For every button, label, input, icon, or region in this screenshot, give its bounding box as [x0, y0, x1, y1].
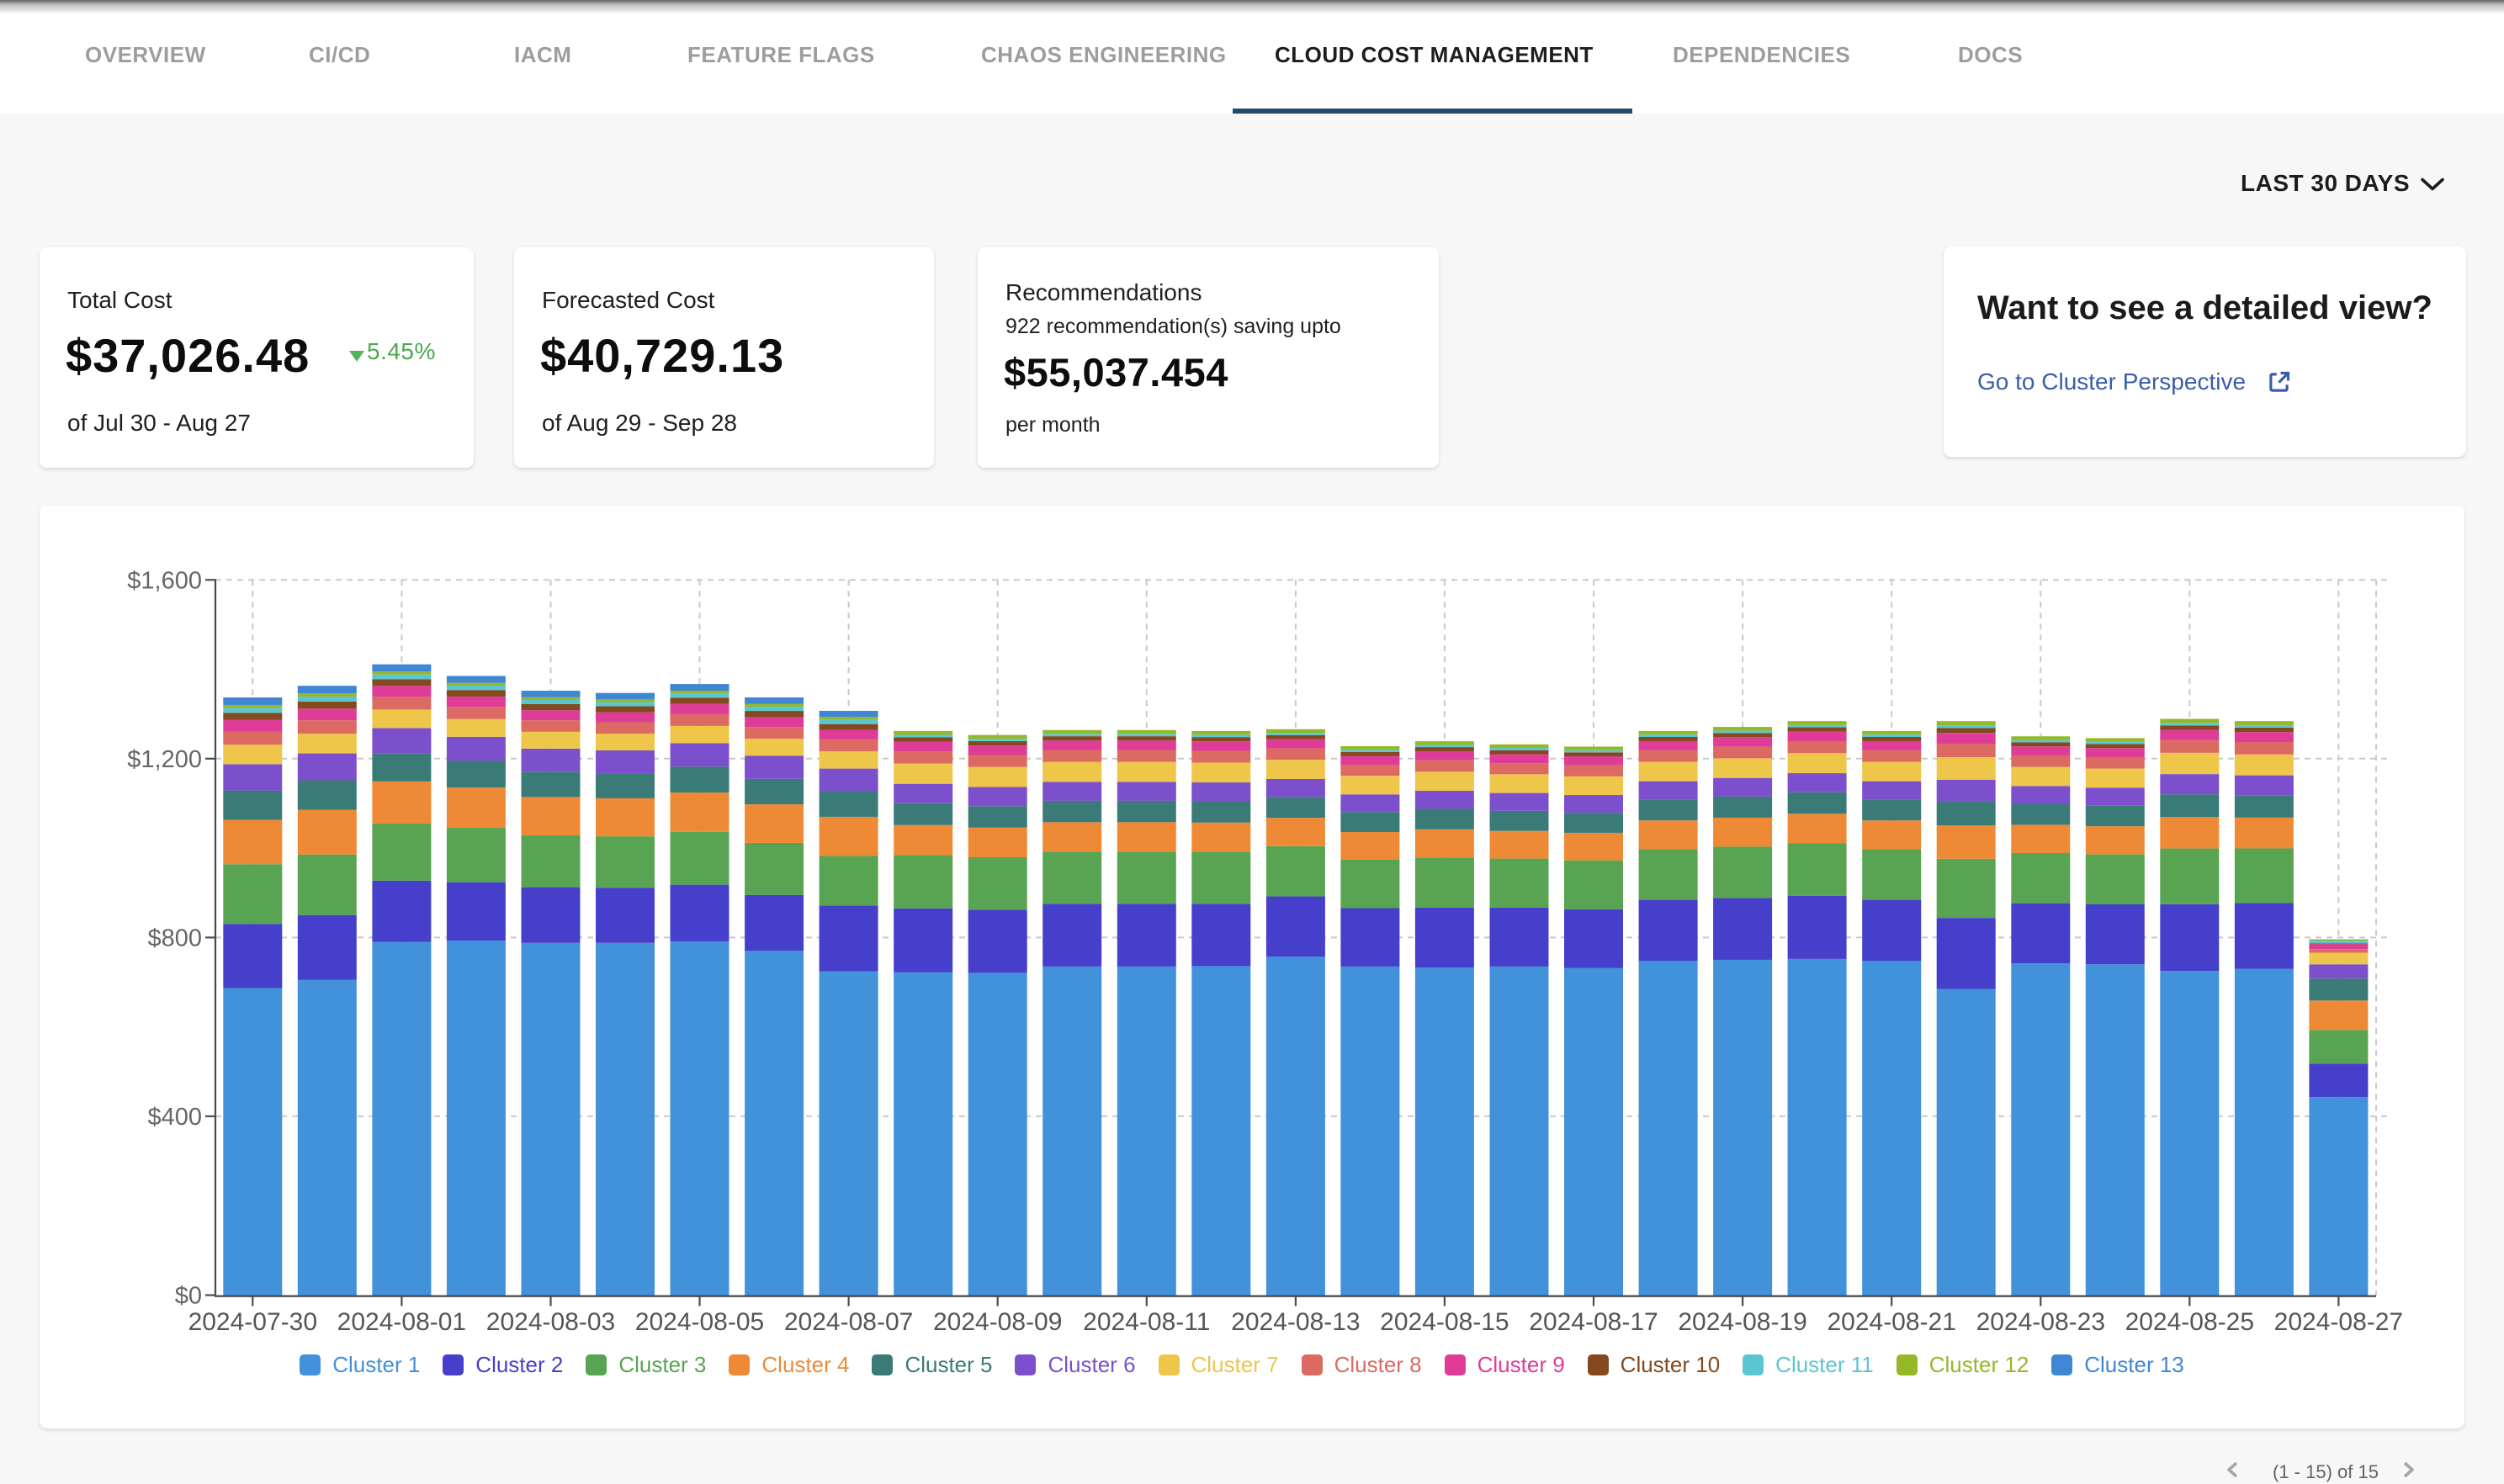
svg-text:2024-08-13: 2024-08-13	[1231, 1308, 1360, 1336]
svg-text:$0: $0	[175, 1283, 202, 1310]
svg-text:2024-08-15: 2024-08-15	[1380, 1308, 1509, 1336]
svg-text:2024-08-21: 2024-08-21	[1827, 1308, 1955, 1336]
svg-text:$1,600: $1,600	[127, 567, 202, 594]
svg-text:2024-08-23: 2024-08-23	[1976, 1308, 2105, 1336]
svg-text:2024-08-27: 2024-08-27	[2274, 1308, 2403, 1336]
svg-text:2024-08-07: 2024-08-07	[784, 1308, 913, 1336]
svg-text:2024-08-25: 2024-08-25	[2125, 1308, 2254, 1336]
svg-text:2024-08-09: 2024-08-09	[933, 1308, 1062, 1336]
svg-text:2024-08-03: 2024-08-03	[486, 1308, 615, 1336]
svg-text:2024-08-01: 2024-08-01	[337, 1308, 466, 1336]
svg-text:2024-08-19: 2024-08-19	[1678, 1308, 1806, 1336]
svg-text:$400: $400	[147, 1104, 202, 1131]
svg-text:2024-08-17: 2024-08-17	[1529, 1308, 1658, 1336]
svg-text:2024-08-05: 2024-08-05	[635, 1308, 764, 1336]
svg-text:2024-07-30: 2024-07-30	[188, 1308, 317, 1336]
svg-text:$800: $800	[147, 925, 202, 951]
svg-text:2024-08-11: 2024-08-11	[1083, 1308, 1210, 1336]
svg-text:$1,200: $1,200	[127, 746, 202, 773]
